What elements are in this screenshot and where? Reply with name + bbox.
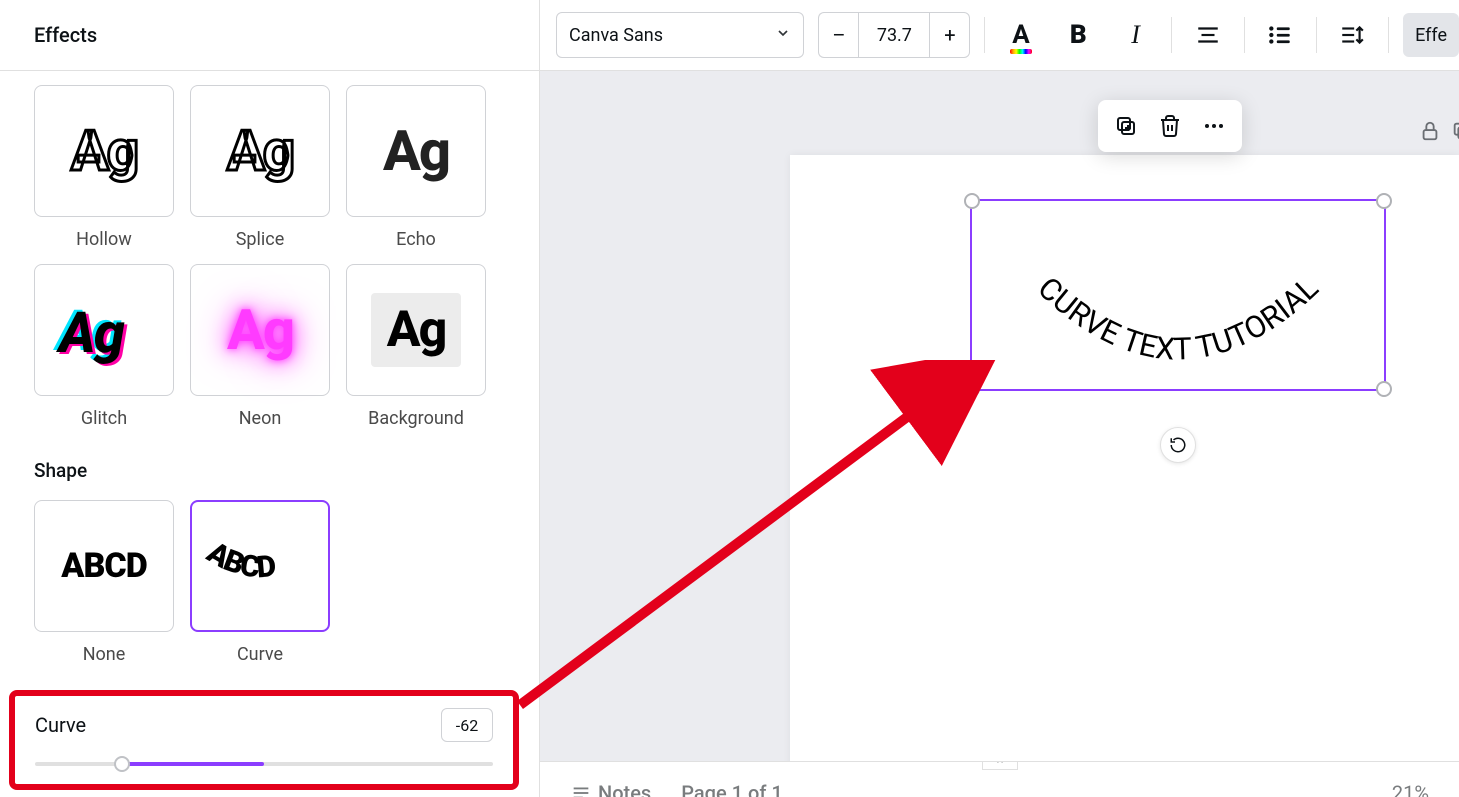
- rotate-handle[interactable]: [1160, 427, 1196, 463]
- italic-button[interactable]: I: [1114, 13, 1157, 57]
- duplicate-page-icon[interactable]: [1451, 120, 1459, 146]
- font-size-input[interactable]: 73.7: [858, 12, 930, 58]
- curve-slider[interactable]: [35, 756, 493, 772]
- effect-echo[interactable]: Ag Ag Ag: [346, 85, 486, 217]
- resize-handle-top-left[interactable]: [964, 193, 980, 209]
- effect-preview-echo: Ag Ag Ag: [383, 118, 449, 184]
- resize-handle-top-right[interactable]: [1376, 193, 1392, 209]
- align-center-icon: [1195, 22, 1221, 48]
- effect-preview-hollow: Ag: [71, 118, 137, 184]
- effects-side-panel: Effects Ag Hollow Ag Ag Splice: [0, 0, 540, 797]
- trash-icon: [1158, 114, 1182, 138]
- selection-context-toolbar: [1098, 100, 1242, 152]
- line-spacing-icon: [1339, 22, 1365, 48]
- curve-control-highlight: Curve -62: [9, 690, 519, 790]
- page-actions-rail: [1419, 118, 1459, 148]
- resize-handle-bottom-right[interactable]: [1376, 381, 1392, 397]
- page-indicator: Page 1 of 1: [681, 781, 783, 797]
- effect-label: Echo: [396, 229, 436, 250]
- shape-label: Curve: [237, 644, 283, 665]
- chevron-down-icon: [775, 25, 791, 45]
- effect-label: Background: [368, 408, 464, 429]
- duplicate-icon: [1114, 114, 1138, 138]
- bold-icon: B: [1070, 20, 1087, 50]
- zoom-level[interactable]: 21%: [1392, 781, 1429, 797]
- notes-button[interactable]: Notes: [598, 781, 651, 797]
- rainbow-bar-icon: [1010, 49, 1031, 54]
- more-button[interactable]: [1194, 106, 1234, 146]
- design-page[interactable]: CURVE TEXT TUTORIAL: [790, 155, 1459, 783]
- panel-title: Effects: [34, 23, 97, 47]
- svg-text:CURVE TEXT TUTORIAL: CURVE TEXT TUTORIAL: [1031, 271, 1326, 368]
- text-color-button[interactable]: A: [999, 13, 1042, 57]
- selected-text-element[interactable]: CURVE TEXT TUTORIAL: [970, 199, 1386, 391]
- lock-icon[interactable]: [1419, 120, 1441, 146]
- font-name: Canva Sans: [569, 25, 663, 46]
- font-size-decrease-button[interactable]: –: [818, 12, 858, 58]
- page-strip-expand-handle[interactable]: [982, 761, 1018, 770]
- effect-background[interactable]: Ag: [346, 264, 486, 396]
- bold-button[interactable]: B: [1057, 13, 1100, 57]
- alignment-button[interactable]: [1186, 13, 1229, 57]
- effect-preview-splice: Ag Ag: [227, 118, 293, 184]
- effect-hollow[interactable]: Ag: [34, 85, 174, 217]
- effect-label: Neon: [239, 408, 282, 429]
- curve-slider-label: Curve: [35, 713, 86, 737]
- shape-preview-curve: ABCD: [200, 536, 320, 596]
- resize-handle-bottom-left[interactable]: [964, 381, 980, 397]
- toolbar-separator: [1316, 17, 1317, 53]
- toolbar-separator: [1244, 17, 1245, 53]
- effect-label: Splice: [236, 229, 285, 250]
- panel-header: Effects: [0, 0, 539, 71]
- effect-splice[interactable]: Ag Ag: [190, 85, 330, 217]
- font-selector[interactable]: Canva Sans: [556, 12, 804, 58]
- effect-preview-neon: Ag: [227, 297, 293, 363]
- toolbar-separator: [1388, 17, 1389, 53]
- canvas-area: Canva Sans – 73.7 + A B I: [540, 0, 1459, 797]
- effect-label: Hollow: [76, 229, 132, 250]
- curve-value-input[interactable]: -62: [441, 708, 493, 742]
- delete-button[interactable]: [1150, 106, 1190, 146]
- effect-preview-glitch: Ag Ag Ag: [59, 300, 149, 360]
- text-toolbar: Canva Sans – 73.7 + A B I: [540, 0, 1459, 71]
- toolbar-separator: [1171, 17, 1172, 53]
- chevron-up-icon: [993, 761, 1007, 766]
- curve-slider-thumb[interactable]: [114, 756, 130, 772]
- text-color-a-icon: A: [1012, 20, 1029, 50]
- shape-curve[interactable]: ABCD: [190, 500, 330, 632]
- effect-neon[interactable]: Ag: [190, 264, 330, 396]
- effects-button[interactable]: Effe: [1403, 13, 1459, 57]
- more-icon: [1202, 114, 1226, 138]
- font-size-increase-button[interactable]: +: [930, 12, 970, 58]
- shape-none[interactable]: ABCD: [34, 500, 174, 632]
- effects-label: Effe: [1415, 25, 1447, 46]
- curved-text: CURVE TEXT TUTORIAL: [972, 201, 1384, 391]
- rotate-icon: [1169, 436, 1187, 454]
- bullet-list-icon: [1267, 22, 1293, 48]
- notes-icon: [570, 782, 592, 797]
- toolbar-separator: [984, 17, 985, 53]
- svg-text:ABCD: ABCD: [200, 536, 277, 585]
- list-button[interactable]: [1259, 13, 1302, 57]
- canvas-footer: Notes Page 1 of 1 21%: [540, 761, 1459, 797]
- duplicate-button[interactable]: [1106, 106, 1146, 146]
- effect-preview-background: Ag: [371, 293, 461, 367]
- shape-preview-none: ABCD: [61, 546, 146, 586]
- italic-icon: I: [1131, 20, 1140, 50]
- spacing-button[interactable]: [1331, 13, 1374, 57]
- effect-glitch[interactable]: Ag Ag Ag: [34, 264, 174, 396]
- shape-label: None: [83, 644, 126, 665]
- effect-label: Glitch: [81, 408, 127, 429]
- shape-section-heading: Shape: [34, 459, 505, 482]
